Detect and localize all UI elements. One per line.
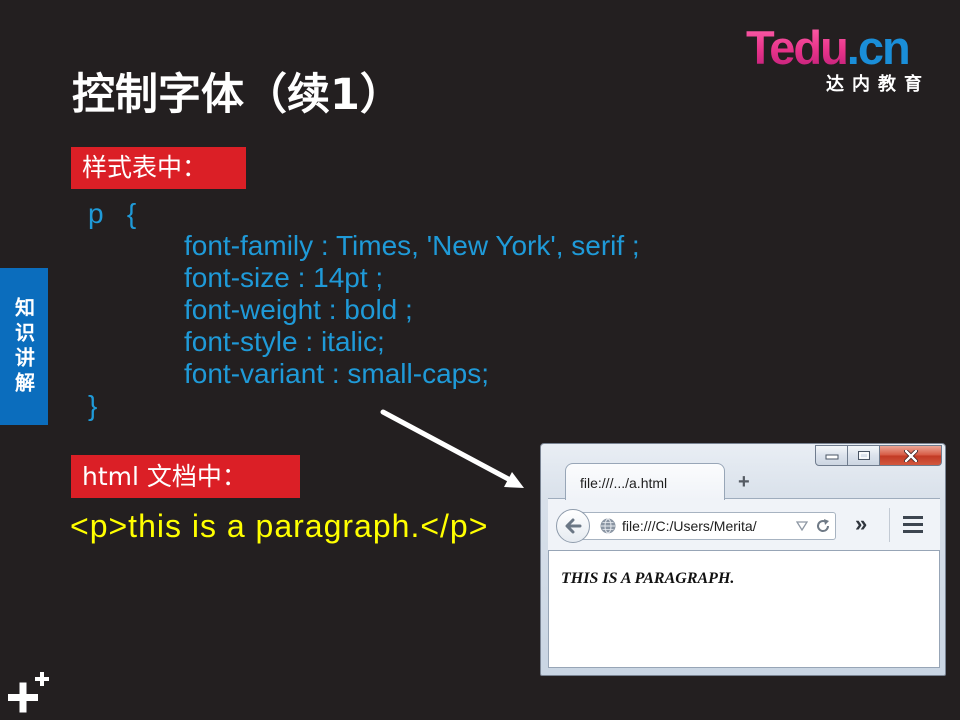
minimize-button[interactable] xyxy=(815,445,848,466)
hamburger-menu-icon[interactable] xyxy=(903,516,923,533)
reload-icon[interactable] xyxy=(815,518,831,534)
logo-brand-main: Tedu xyxy=(746,21,849,74)
slide-title: 控制字体（续1） xyxy=(72,70,403,120)
logo-tagline: 达内教育 xyxy=(826,74,930,95)
browser-toolbar: file:///C:/Users/Merita/ » xyxy=(548,498,940,550)
close-button[interactable] xyxy=(879,445,942,466)
plus-icon xyxy=(8,672,49,713)
url-text: file:///C:/Users/Merita/ xyxy=(622,518,757,534)
css-closing-brace: } xyxy=(88,390,98,421)
html-document-label: html 文档中： xyxy=(71,455,300,498)
css-declaration-font-family: font-family : Times, 'New York', serif ; xyxy=(184,230,640,261)
browser-window-screenshot: file:///.../a.html + file:///C:/Users/Me… xyxy=(540,443,946,676)
toolbar-overflow-button[interactable]: » xyxy=(855,511,867,537)
maximize-button[interactable] xyxy=(847,445,880,466)
stylesheet-label: 样式表中： xyxy=(71,147,246,189)
css-declaration-font-weight: font-weight : bold ; xyxy=(184,294,413,325)
arrow-icon xyxy=(380,409,524,488)
side-tab-label: 知识讲解 xyxy=(11,296,36,397)
url-bar[interactable]: file:///C:/Users/Merita/ xyxy=(582,512,836,540)
browser-content-area: THIS IS A PARAGRAPH. xyxy=(548,550,940,668)
css-selector-line: p { xyxy=(88,198,137,229)
browser-tab-title: file:///.../a.html xyxy=(580,475,668,491)
toolbar-separator xyxy=(889,508,890,542)
html-markup-example: <p>this is a paragraph.</p> xyxy=(70,508,489,544)
back-button[interactable] xyxy=(556,509,590,543)
new-tab-button[interactable]: + xyxy=(738,470,750,494)
browser-tab[interactable]: file:///.../a.html xyxy=(565,463,725,500)
close-icon xyxy=(903,449,918,462)
back-arrow-icon xyxy=(565,518,582,534)
rendered-paragraph: THIS IS A PARAGRAPH. xyxy=(561,570,735,587)
minimize-icon xyxy=(825,454,838,459)
dropdown-triangle-icon[interactable] xyxy=(796,521,808,531)
side-tab: 知识讲解 xyxy=(0,268,48,425)
css-declaration-font-size: font-size : 14pt ; xyxy=(184,262,384,293)
css-declaration-font-variant: font-variant : small-caps; xyxy=(184,358,489,389)
maximize-icon xyxy=(857,451,870,460)
css-declaration-font-style: font-style : italic; xyxy=(184,326,385,357)
globe-icon xyxy=(600,518,616,534)
window-controls xyxy=(815,445,942,466)
css-code-block: p { font-family : Times, 'New York', ser… xyxy=(88,198,640,422)
tedu-logo-wordmark: Tedu.cn xyxy=(746,21,911,74)
logo-brand-suffix: .cn xyxy=(846,21,911,74)
